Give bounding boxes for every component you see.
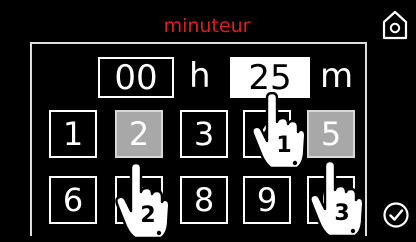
key-1[interactable]: 1 bbox=[49, 110, 97, 158]
hours-unit-label: h bbox=[189, 56, 211, 96]
key-0[interactable]: 0 bbox=[307, 176, 355, 224]
home-icon bbox=[382, 10, 408, 40]
key-7[interactable]: 7 bbox=[115, 176, 163, 224]
key-4[interactable]: 4 bbox=[243, 110, 291, 158]
checkmark-circle-icon bbox=[383, 202, 409, 228]
screen-title: minuteur bbox=[163, 15, 251, 37]
minutes-field[interactable]: 25 bbox=[230, 57, 310, 98]
key-3[interactable]: 3 bbox=[180, 110, 228, 158]
key-5[interactable]: 5 bbox=[307, 110, 355, 158]
key-6[interactable]: 6 bbox=[49, 176, 97, 224]
confirm-button[interactable] bbox=[382, 201, 410, 229]
key-2[interactable]: 2 bbox=[115, 110, 163, 158]
hours-field[interactable]: 00 bbox=[98, 57, 174, 98]
key-9[interactable]: 9 bbox=[243, 176, 291, 224]
minutes-unit-label: m bbox=[320, 56, 354, 96]
key-8[interactable]: 8 bbox=[180, 176, 228, 224]
timer-screen: minuteur 00 h 25 m 1 2 3 4 5 6 7 8 9 0 1… bbox=[0, 0, 416, 240]
home-button[interactable] bbox=[381, 10, 409, 40]
